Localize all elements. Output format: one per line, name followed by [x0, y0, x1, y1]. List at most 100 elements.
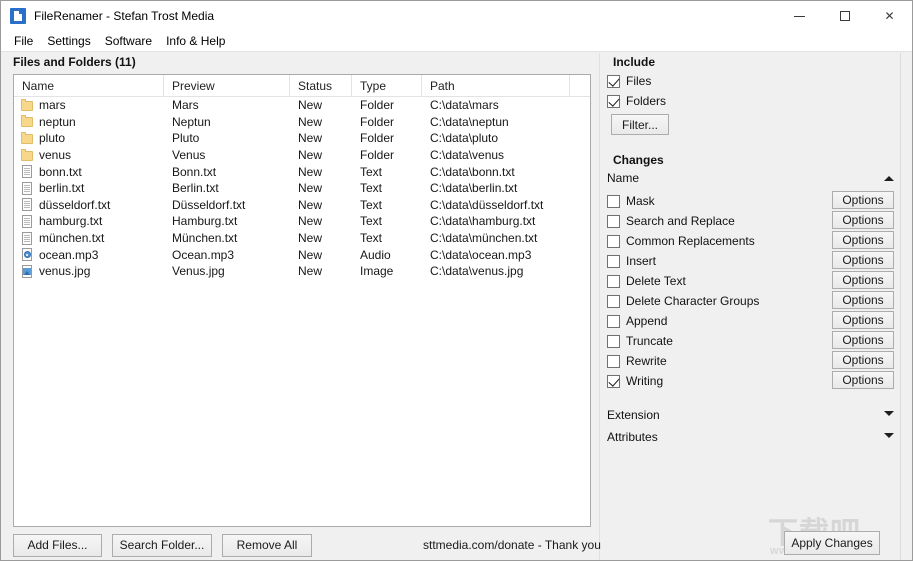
doc-icon — [21, 181, 33, 195]
chevron-down-icon[interactable] — [884, 411, 894, 416]
window-controls: ✕ — [777, 1, 912, 31]
change-checkbox[interactable] — [607, 214, 620, 228]
change-checkbox[interactable] — [607, 274, 620, 288]
add-files-button[interactable]: Add Files... — [13, 533, 102, 557]
table-row[interactable]: neptun Neptun New Folder C:\data\neptun — [14, 114, 590, 131]
menu-item-file[interactable]: File — [7, 32, 40, 50]
change-checkbox[interactable] — [607, 254, 620, 268]
options-button[interactable]: Options — [832, 351, 894, 369]
change-checkbox[interactable] — [607, 374, 620, 388]
file-name-text: bonn.txt — [39, 164, 82, 179]
column-header-preview[interactable]: Preview — [164, 75, 290, 97]
change-checkbox[interactable] — [607, 334, 620, 348]
chevron-down-icon[interactable] — [884, 433, 894, 438]
cell-preview: Venus — [172, 148, 206, 163]
table-row[interactable]: mars Mars New Folder C:\data\mars — [14, 97, 590, 114]
options-button[interactable]: Options — [832, 331, 894, 349]
column-header-path[interactable]: Path — [422, 75, 570, 97]
cell-type: Folder — [360, 114, 395, 129]
cell-preview: Pluto — [172, 131, 200, 146]
table-row[interactable]: hamburg.txt Hamburg.txt New Text C:\data\ham… — [14, 213, 590, 230]
column-header-status[interactable]: Status — [290, 75, 352, 97]
collapsed-section-extension[interactable]: Extension — [607, 406, 900, 424]
column-header-type[interactable]: Type — [352, 75, 422, 97]
cell-name: bonn.txt — [14, 164, 164, 180]
table-row[interactable]: münchen.txt München.txt New Text C:\data\mün… — [14, 230, 590, 247]
table-row[interactable]: venus.jpg Venus.jpg New Image C:\data\venus.… — [14, 263, 590, 280]
change-row-delete-text: Delete Text Options — [607, 271, 900, 291]
change-label: Truncate — [626, 333, 673, 348]
change-checkbox[interactable] — [607, 354, 620, 368]
menu-item-info-help[interactable]: Info & Help — [159, 32, 232, 50]
cell-name: neptun — [14, 114, 164, 130]
cell-preview: Bonn.txt — [172, 164, 217, 179]
change-row-delete-character-groups: Delete Character Groups Options — [607, 291, 900, 311]
cell-path: C:\data\münchen.txt — [430, 231, 538, 246]
menu-item-settings[interactable]: Settings — [40, 32, 97, 50]
options-button[interactable]: Options — [832, 191, 894, 209]
options-button[interactable]: Options — [832, 371, 894, 389]
checkbox-box — [607, 74, 620, 88]
cell-status: New — [298, 214, 323, 229]
options-button[interactable]: Options — [832, 311, 894, 329]
folder-icon — [21, 98, 33, 112]
table-row[interactable]: berlin.txt Berlin.txt New Text C:\data\berli… — [14, 180, 590, 197]
options-button[interactable]: Options — [832, 251, 894, 269]
cell-path: C:\data\berlin.txt — [430, 181, 518, 196]
donate-link[interactable]: sttmedia.com/donate - Thank you — [423, 538, 601, 552]
menu-item-software[interactable]: Software — [98, 32, 159, 50]
changes-name-group-header[interactable]: Name — [607, 171, 900, 189]
cell-type: Folder — [360, 131, 395, 146]
change-checkbox[interactable] — [607, 194, 620, 208]
search-folder-button[interactable]: Search Folder... — [112, 533, 212, 557]
files-panel-actions: Add Files... Search Folder... Remove All — [13, 533, 312, 557]
change-checkbox[interactable] — [607, 294, 620, 308]
files-panel: Files and Folders (11) Name Preview Stat… — [1, 53, 601, 560]
right-scroll-strip[interactable] — [901, 53, 912, 560]
collapsed-section-attributes[interactable]: Attributes — [607, 428, 900, 446]
filter-button[interactable]: Filter... — [611, 114, 669, 135]
options-button[interactable]: Options — [832, 271, 894, 289]
folder-icon — [21, 148, 33, 162]
doc-icon — [21, 165, 33, 179]
cell-status: New — [298, 148, 323, 163]
files-list[interactable]: Name Preview Status Type Path mars Mars Ne… — [13, 74, 591, 527]
cell-type: Folder — [360, 148, 395, 163]
include-files-checkbox[interactable]: Files — [607, 73, 651, 89]
file-name-text: münchen.txt — [39, 231, 105, 246]
table-row[interactable]: pluto Pluto New Folder C:\data\pluto — [14, 130, 590, 147]
cell-type: Image — [360, 264, 394, 279]
table-row[interactable]: düsseldorf.txt Düsseldorf.txt New Text C:\da… — [14, 197, 590, 214]
change-checkbox[interactable] — [607, 234, 620, 248]
table-row[interactable]: ocean.mp3 Ocean.mp3 New Audio C:\data\ocean.… — [14, 246, 590, 263]
minimize-icon[interactable] — [777, 1, 822, 31]
maximize-icon[interactable] — [822, 1, 867, 31]
apply-changes-button[interactable]: Apply Changes — [784, 531, 880, 555]
cell-status: New — [298, 247, 323, 262]
include-files-label: Files — [626, 73, 652, 88]
cell-type: Audio — [360, 247, 391, 262]
main-content: Files and Folders (11) Name Preview Stat… — [1, 53, 912, 560]
cell-status: New — [298, 231, 323, 246]
options-button[interactable]: Options — [832, 211, 894, 229]
change-checkbox[interactable] — [607, 314, 620, 328]
change-label: Mask — [626, 193, 655, 208]
options-button[interactable]: Options — [832, 231, 894, 249]
close-icon[interactable]: ✕ — [867, 1, 912, 31]
column-header-name[interactable]: Name — [14, 75, 164, 97]
cell-name: venus.jpg — [14, 263, 164, 279]
table-row[interactable]: bonn.txt Bonn.txt New Text C:\data\bonn.txt — [14, 163, 590, 180]
options-button[interactable]: Options — [832, 291, 894, 309]
cell-name: düsseldorf.txt — [14, 197, 164, 213]
table-row[interactable]: venus Venus New Folder C:\data\venus — [14, 147, 590, 164]
change-row-mask: Mask Options — [607, 191, 900, 211]
cell-type: Folder — [360, 98, 395, 113]
chevron-up-icon[interactable] — [884, 176, 894, 181]
change-label: Delete Text — [626, 273, 686, 288]
remove-all-button[interactable]: Remove All — [222, 533, 312, 557]
cell-path: C:\data\venus.jpg — [430, 264, 524, 279]
folder-icon — [21, 115, 33, 128]
cell-name: hamburg.txt — [14, 213, 164, 229]
cell-status: New — [298, 131, 323, 146]
include-folders-checkbox[interactable]: Folders — [607, 93, 666, 109]
